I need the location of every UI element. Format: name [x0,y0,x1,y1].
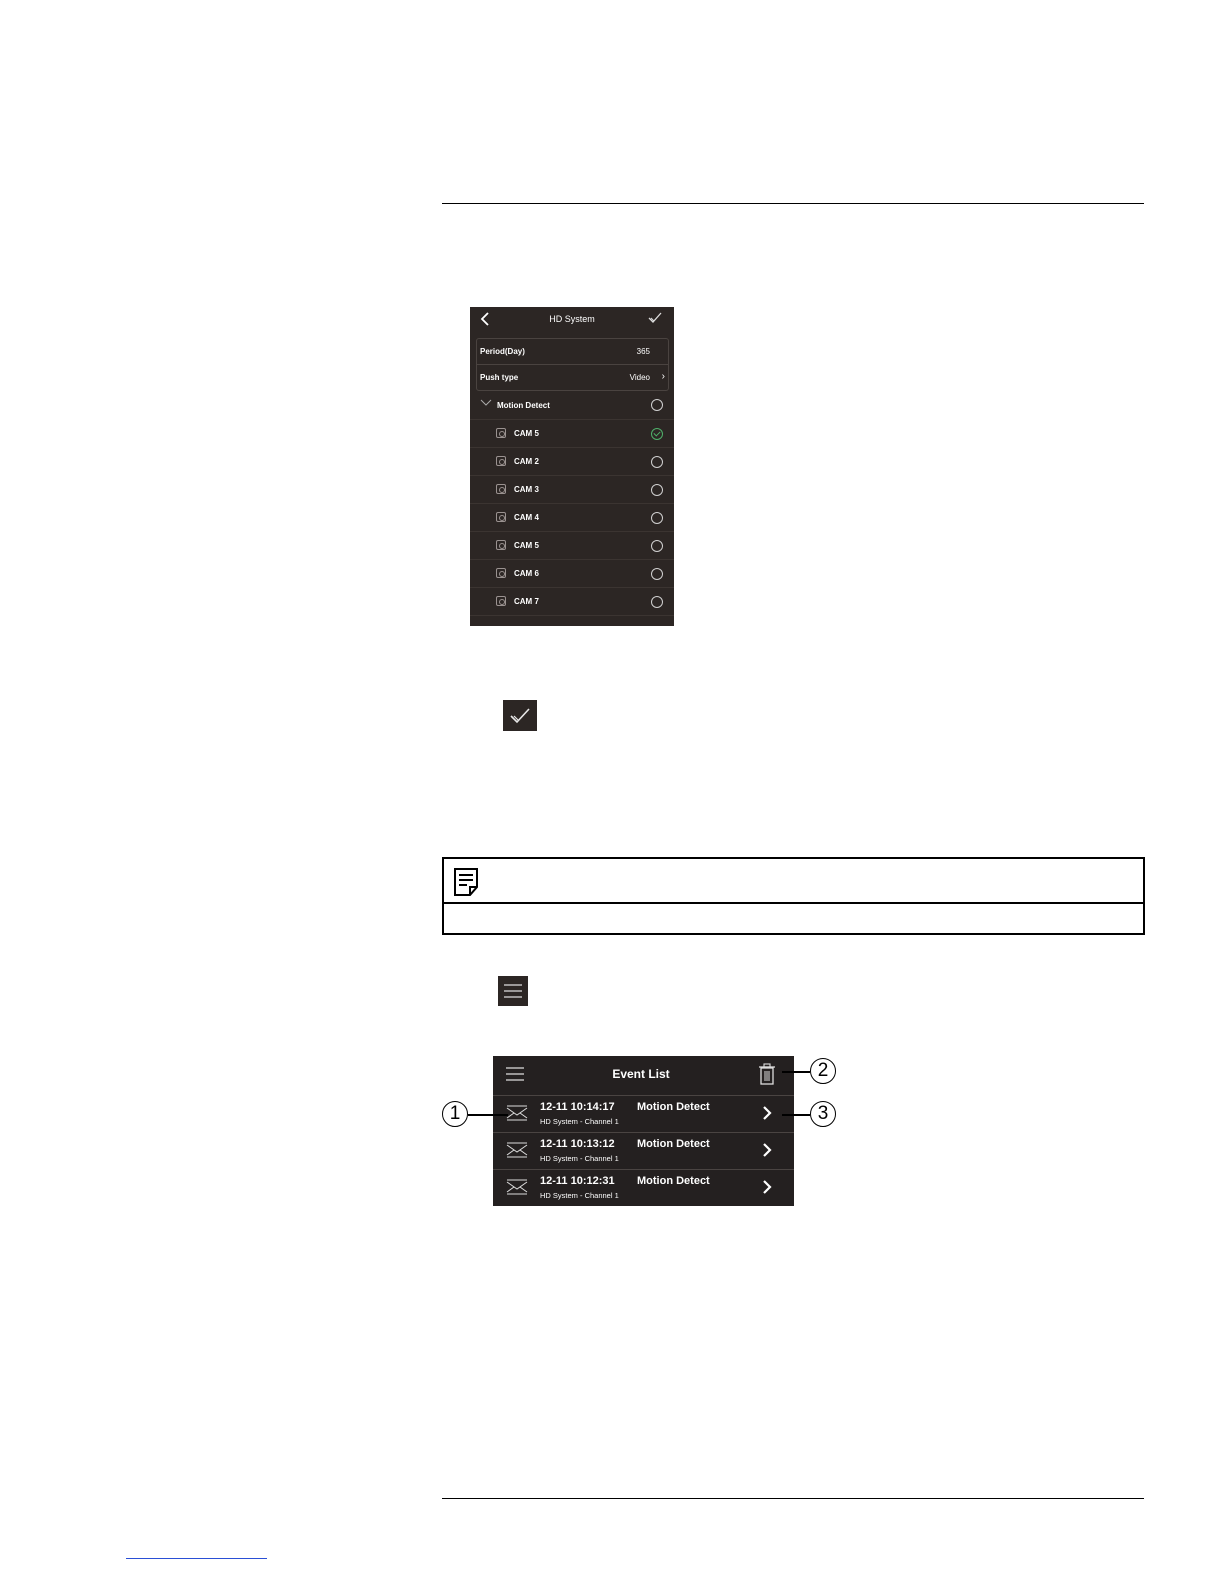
chevron-right-icon: › [661,371,665,382]
push-type-row[interactable]: Push type Video › [477,365,668,390]
camera-row-partial [470,615,674,626]
event-type: Motion Detect [637,1138,710,1150]
camera-row[interactable]: CAM 2 [470,447,674,476]
callout-1: 1 [442,1101,468,1127]
envelope-icon [506,1105,528,1121]
camera-radio[interactable] [651,568,663,580]
note-box [442,857,1145,935]
event-source: HD System - Channel 1 [540,1154,619,1163]
camera-icon [496,540,506,550]
camera-icon [496,484,506,494]
camera-label: CAM 2 [514,457,539,466]
motion-detect-row[interactable]: Motion Detect [470,392,674,418]
camera-label: CAM 7 [514,597,539,606]
callout-2-leader [782,1071,810,1073]
trash-icon[interactable] [758,1063,776,1085]
bottom-rule [442,1498,1144,1499]
app-title: HD System [549,314,595,324]
note-icon [454,868,478,896]
camera-icon [496,512,506,522]
camera-radio-selected[interactable] [651,428,663,440]
envelope-icon [506,1142,528,1158]
app-header: HD System [470,307,674,333]
event-list-title: Event List [612,1067,670,1081]
envelope-icon [506,1179,528,1195]
camera-icon [496,596,506,606]
event-list-header: Event List [493,1056,794,1094]
camera-row[interactable]: CAM 5 [470,419,674,448]
chevron-right-icon[interactable] [761,1179,773,1195]
camera-row[interactable]: CAM 5 [470,531,674,560]
camera-label: CAM 5 [514,429,539,438]
camera-radio[interactable] [651,596,663,608]
period-value: 365 [636,347,650,356]
chevron-right-icon[interactable] [761,1105,773,1121]
callout-3: 3 [810,1101,836,1127]
camera-radio[interactable] [651,456,663,468]
event-source: HD System - Channel 1 [540,1117,619,1126]
save-check-icon[interactable] [648,312,662,324]
event-row[interactable]: 12-11 10:13:12 Motion Detect HD System -… [493,1132,794,1170]
camera-row[interactable]: CAM 7 [470,587,674,616]
event-list-screenshot: Event List 12-11 10:14:17 Motion Detect … [493,1056,794,1206]
double-check-icon [510,708,530,724]
camera-radio[interactable] [651,484,663,496]
callout-3-leader [782,1114,810,1116]
event-source: HD System - Channel 1 [540,1191,619,1200]
camera-label: CAM 3 [514,485,539,494]
camera-icon [496,428,506,438]
period-row[interactable]: Period(Day) 365 [477,339,668,364]
event-row[interactable]: 12-11 10:14:17 Motion Detect HD System -… [493,1095,794,1133]
top-rule [442,203,1144,204]
motion-detect-radio[interactable] [651,399,663,411]
chevron-right-icon[interactable] [761,1142,773,1158]
callout-2: 2 [810,1058,836,1084]
camera-label: CAM 6 [514,569,539,578]
settings-group: Period(Day) 365 Push type Video › [476,338,669,391]
callout-1-leader [468,1114,508,1116]
event-time: 12-11 10:12:31 [540,1175,615,1187]
camera-icon [496,456,506,466]
event-type: Motion Detect [637,1101,710,1113]
event-row[interactable]: 12-11 10:12:31 Motion Detect HD System -… [493,1169,794,1206]
camera-row[interactable]: CAM 6 [470,559,674,588]
camera-label: CAM 4 [514,513,539,522]
event-time: 12-11 10:14:17 [540,1101,615,1113]
period-label: Period(Day) [480,347,525,356]
motion-detect-label: Motion Detect [497,401,550,410]
event-type: Motion Detect [637,1175,710,1187]
note-divider [444,902,1143,904]
camera-radio[interactable] [651,512,663,524]
push-settings-screenshot: HD System Period(Day) 365 Push type Vide… [470,307,674,626]
camera-row[interactable]: CAM 4 [470,503,674,532]
camera-row[interactable]: CAM 3 [470,475,674,504]
menu-button-illustration [498,976,528,1006]
camera-icon [496,568,506,578]
camera-label: CAM 5 [514,541,539,550]
event-time: 12-11 10:13:12 [540,1138,615,1150]
save-button-illustration [503,700,537,731]
camera-radio[interactable] [651,540,663,552]
push-type-label: Push type [480,373,519,382]
chevron-down-icon [480,399,492,406]
footer-link-underline[interactable] [126,1558,267,1559]
hamburger-menu-icon [504,984,522,998]
push-type-value: Video [629,373,650,382]
